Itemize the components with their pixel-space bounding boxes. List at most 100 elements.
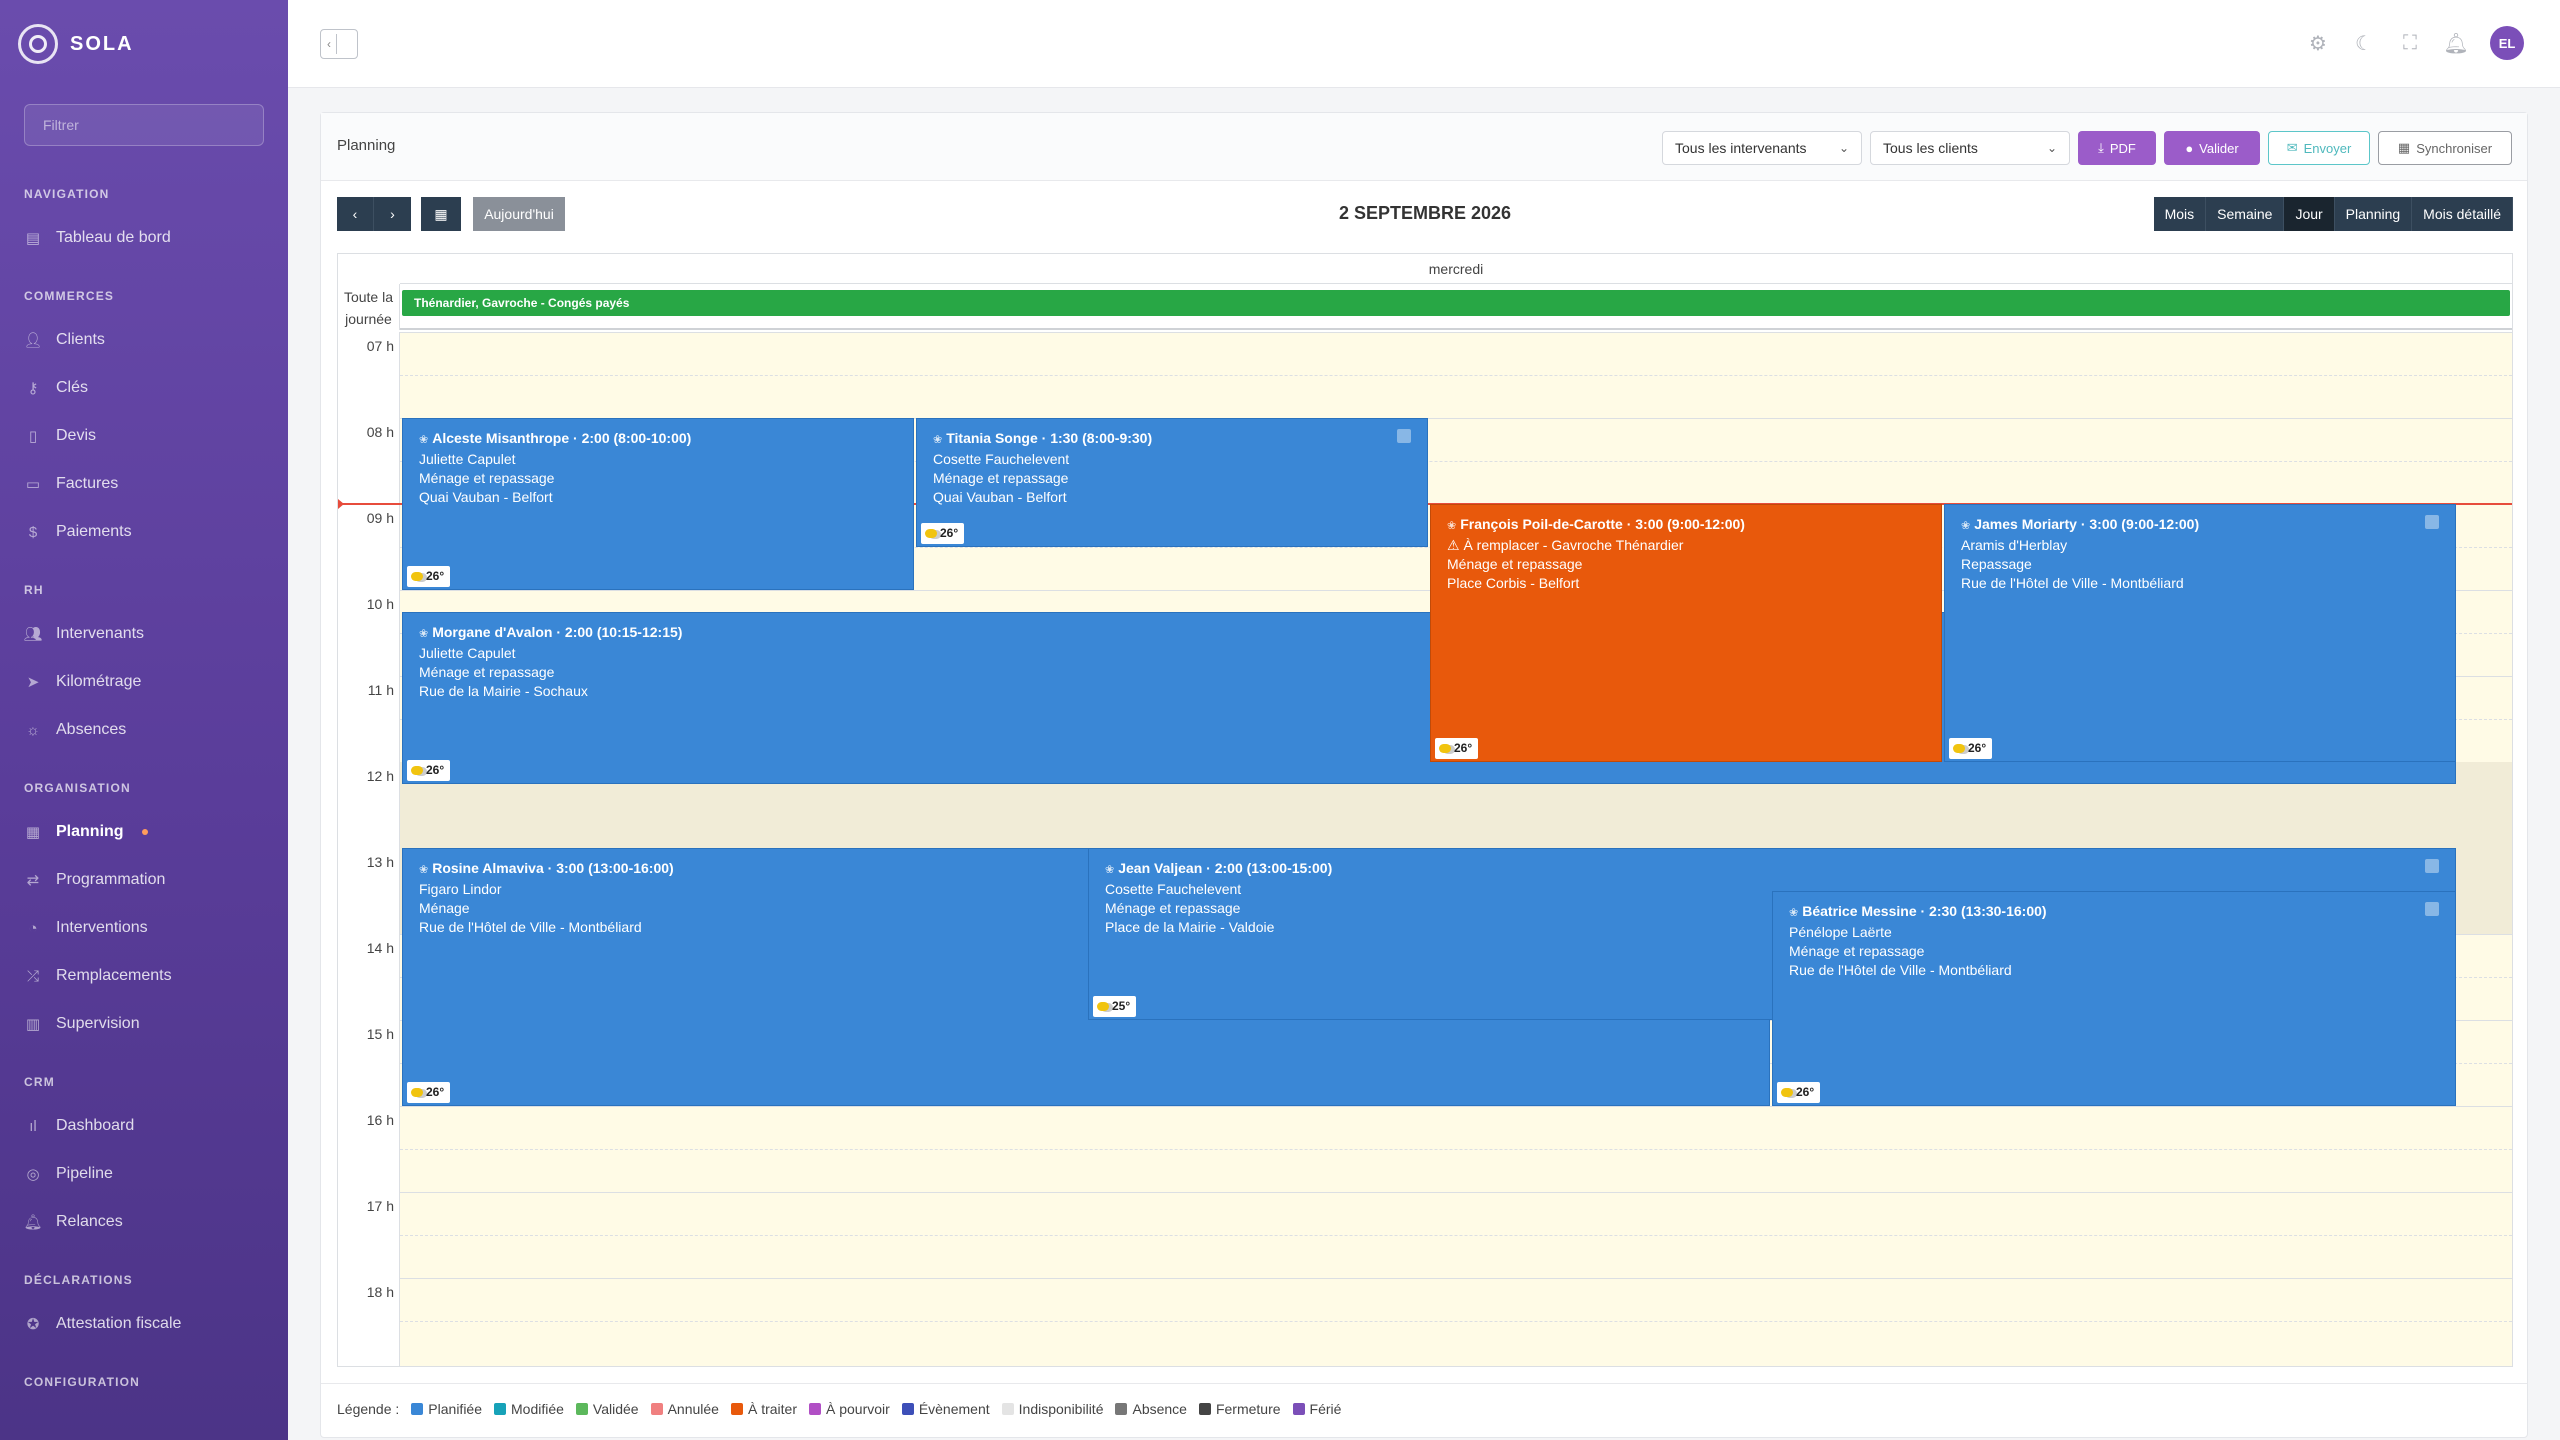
prev-button[interactable]: ‹ (337, 197, 374, 231)
event-title-text: Jean Valjean · 2:00 (13:00-15:00) (1118, 860, 1333, 876)
event-address: Rue de l'Hôtel de Ville - Montbéliard (1789, 962, 2012, 978)
event-status-icon: ❀ (419, 434, 429, 446)
time-grid[interactable]: ❀ Alceste Misanthrope · 2:00 (8:00-10:00)… (338, 332, 2512, 1366)
datepicker-button[interactable]: ▦ (421, 197, 461, 231)
event-client: Juliette Capulet (419, 451, 516, 467)
sidebar-item-label: Intervenants (56, 625, 145, 642)
sidebar-item[interactable]: ◎ Pipeline (0, 1150, 288, 1198)
calendar-event[interactable]: ❀ Titania Songe · 1:30 (8:00-9:30) Cosette… (916, 418, 1428, 547)
sidebar-item[interactable]: ▯ Devis (0, 412, 288, 460)
legend-swatch (730, 1403, 743, 1415)
sidebar-item[interactable]: ıl Dashboard (0, 1102, 288, 1150)
weather-temp: 26° (426, 762, 445, 777)
legend-swatch (411, 1403, 424, 1415)
bell-icon[interactable]: 🔔︎ (2443, 31, 2468, 55)
weather-temp: 26° (426, 1085, 445, 1099)
sidebar-item[interactable]: ▥ Supervision (0, 1000, 288, 1048)
sidebar-item[interactable]: ▭ Factures (0, 460, 288, 508)
sidebar-item-label: Pipeline (56, 1165, 113, 1182)
synchroniser-button[interactable]: ▦ Synchroniser (2378, 131, 2512, 165)
sidebar-item[interactable]: ▤ Tableau de bord (0, 214, 288, 262)
sidebar-item[interactable]: ◔ Interventions (0, 904, 288, 952)
time-slot[interactable] (400, 1235, 2512, 1278)
legend-item-label: Modifiée (511, 1401, 564, 1417)
today-button[interactable]: Aujourd'hui (473, 197, 565, 231)
view-button[interactable]: Mois détaillé (2412, 197, 2513, 231)
avatar[interactable]: EL (2490, 26, 2524, 60)
target-icon: ◎ (26, 1166, 40, 1183)
calendar-event[interactable]: ❀ François Poil-de-Carotte · 3:00 (9:00-1… (1430, 504, 1942, 762)
time-slot[interactable] (400, 375, 2512, 418)
weather-icon (411, 1088, 423, 1097)
sidebar-item[interactable]: ⤮ Remplacements (0, 952, 288, 1000)
sidebar-item[interactable]: 🔔︎ Relances (0, 1198, 288, 1246)
view-button[interactable]: Jour (2284, 197, 2335, 231)
weather-icon (1097, 1002, 1109, 1011)
moon-icon[interactable]: ☾ (2352, 31, 2376, 55)
envoyer-button-label: Envoyer (2303, 140, 2352, 156)
valider-button[interactable]: ● Valider (2164, 131, 2260, 165)
time-gutter: 07 h 08 h 09 h 10 h 11 h 12 h 13 h 14 h 15 h 16 h… (338, 332, 400, 1366)
event-title: ❀ Alceste Misanthrope · 2:00 (8:00-10:00) (419, 429, 913, 450)
calendar-event[interactable]: ❀ Béatrice Messine · 2:30 (13:30-16:00) Pé… (1772, 891, 2456, 1106)
weather-temp: 26° (1454, 741, 1473, 755)
gear-icon[interactable]: ⚙ (2306, 31, 2330, 55)
dashboard-icon: ▤ (25, 230, 41, 247)
time-slot[interactable] (400, 1278, 2512, 1321)
next-button[interactable]: › (374, 197, 411, 231)
sidebar-item[interactable]: ▦ Planning (0, 808, 288, 856)
view-button[interactable]: Planning (2334, 197, 2413, 231)
event-client: ⚠ À remplacer - Gavroche Thénardier (1447, 537, 1684, 553)
key-icon: ⚷ (27, 380, 39, 397)
legend-swatch (1115, 1403, 1128, 1415)
active-indicator (141, 829, 148, 835)
time-slot[interactable] (400, 1149, 2512, 1192)
sidebar-item[interactable]: ➤ Kilométrage (0, 658, 288, 706)
sidebar-toggle-button[interactable]: ‹ (320, 29, 358, 59)
time-slot[interactable] (400, 1106, 2512, 1149)
sidebar-item[interactable]: ✪ Attestation fiscale (0, 1300, 288, 1348)
intervenants-select[interactable]: Tous les intervenants ⌄ (1662, 131, 1862, 165)
sidebar-filter-input[interactable] (24, 104, 264, 146)
time-slot[interactable] (400, 1192, 2512, 1235)
sidebar-item[interactable]: ⇄ Programmation (0, 856, 288, 904)
page-title: Planning (337, 137, 396, 154)
legend-item: À traiter (730, 1401, 797, 1417)
hour-label: 14 h (366, 940, 394, 956)
time-slot[interactable] (400, 332, 2512, 375)
card-icon: ▭ (25, 476, 41, 493)
clients-select[interactable]: Tous les clients ⌄ (1870, 131, 2070, 165)
chevron-down-icon: ⌄ (1838, 141, 1849, 155)
brand[interactable]: SOLA (18, 24, 134, 64)
event-address: Rue de l'Hôtel de Ville - Montbéliard (1961, 575, 2184, 591)
fullscreen-icon[interactable]: ⛶ (2398, 31, 2422, 55)
allday-event[interactable]: Thénardier, Gavroche - Congés payés (402, 290, 2510, 316)
hour-label: 08 h (366, 424, 394, 440)
event-select-checkbox[interactable] (1397, 429, 1411, 443)
sidebar-item[interactable]: 👤︎ Clients (0, 316, 288, 364)
sidebar-item[interactable]: ☼ Absences (0, 706, 288, 754)
legend-item: Férié (1292, 1401, 1341, 1417)
pdf-button[interactable]: ⤓ PDF (2078, 131, 2156, 165)
allday-row: Thénardier, Gavroche - Congés payés (400, 284, 2512, 330)
sidebar-item-label: Clients (56, 331, 105, 348)
time-slot[interactable] (400, 1321, 2512, 1364)
sidebar-item[interactable]: ⚷ Clés (0, 364, 288, 412)
event-select-checkbox[interactable] (2425, 902, 2439, 916)
sidebar-item[interactable]: $ Paiements (0, 508, 288, 556)
envoyer-button[interactable]: ✉ Envoyer (2268, 131, 2370, 165)
event-status-icon: ❀ (419, 627, 429, 640)
event-select-checkbox[interactable] (2425, 859, 2439, 873)
view-button[interactable]: Semaine (2206, 197, 2285, 231)
weather-temp: 26° (426, 569, 445, 583)
event-service: Repassage (1961, 556, 2032, 572)
event-select-checkbox[interactable] (2425, 515, 2439, 529)
weather-temp: 25° (1112, 999, 1131, 1013)
view-button[interactable]: Mois (2153, 197, 2207, 231)
weather-badge: 26° (407, 566, 451, 587)
calendar-event[interactable]: ❀ James Moriarty · 3:00 (9:00-12:00) Arami… (1944, 504, 2456, 762)
calendar-event[interactable]: ❀ Alceste Misanthrope · 2:00 (8:00-10:00)… (402, 418, 914, 590)
sidebar-item[interactable]: 👥︎ Intervenants (0, 610, 288, 658)
clients-select-value: Tous les clients (1883, 140, 1978, 156)
dollar-icon: $ (28, 523, 38, 541)
